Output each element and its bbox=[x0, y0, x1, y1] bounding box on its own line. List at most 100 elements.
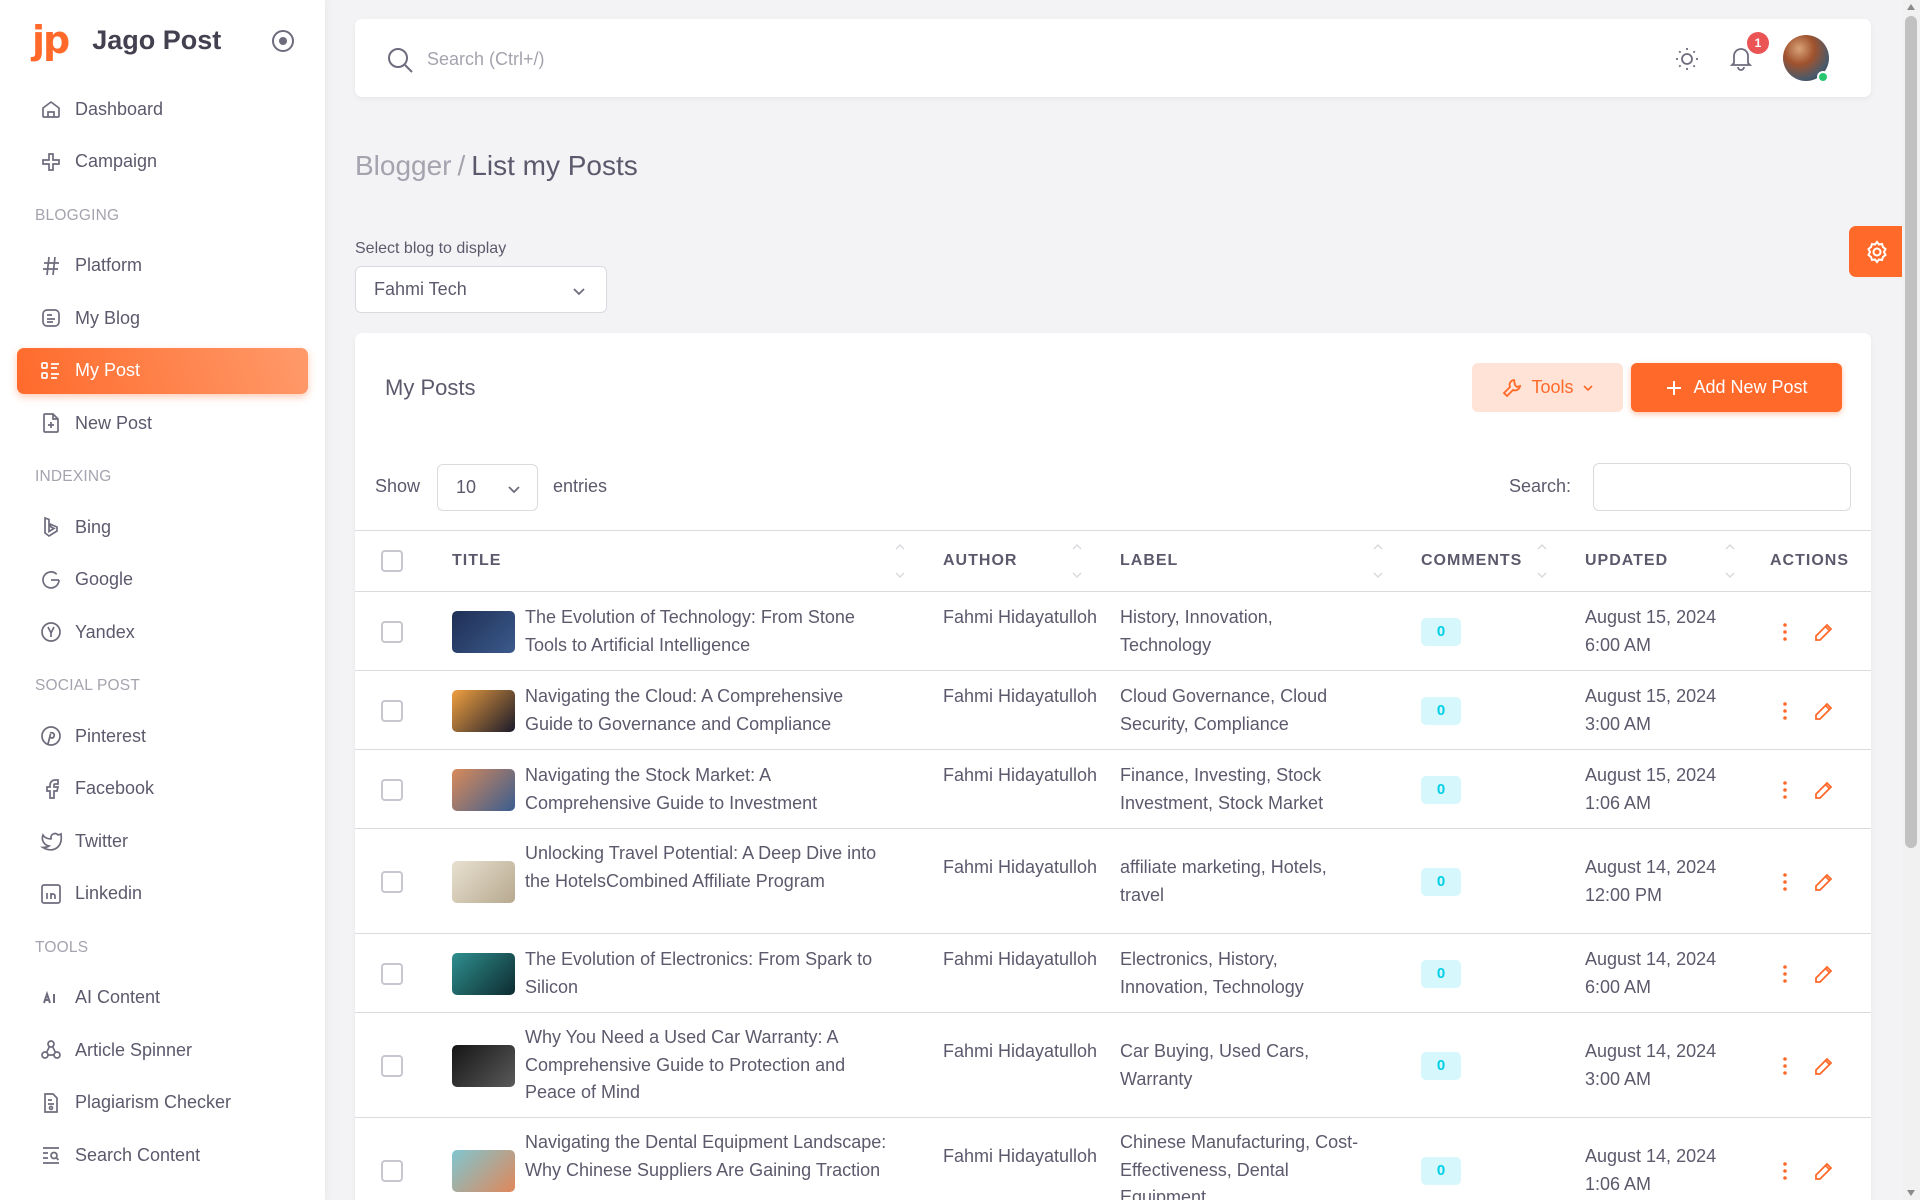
edit-pencil-icon[interactable] bbox=[1812, 620, 1836, 644]
sidebar-item-ai-content[interactable]: AI Content bbox=[17, 975, 308, 1021]
edit-pencil-icon[interactable] bbox=[1812, 870, 1836, 894]
sidebar-item-label: Google bbox=[75, 569, 134, 589]
column-header-comments[interactable]: COMMENTS bbox=[1421, 552, 1522, 570]
sidebar-item-pinterest[interactable]: Pinterest bbox=[17, 713, 308, 759]
edit-pencil-icon[interactable] bbox=[1812, 1054, 1836, 1078]
post-title-link[interactable]: Unlocking Travel Potential: A Deep Dive … bbox=[525, 840, 895, 895]
sidebar-item-my-blog[interactable]: My Blog bbox=[17, 295, 308, 341]
sort-icon[interactable] bbox=[894, 541, 906, 581]
post-labels: Cloud Governance, Cloud Security, Compli… bbox=[1120, 686, 1328, 734]
sort-icon[interactable] bbox=[1071, 541, 1083, 581]
tools-dropdown-button[interactable]: Tools bbox=[1472, 363, 1623, 412]
table-row: The Evolution of Technology: From Stone … bbox=[355, 592, 1871, 671]
sun-icon[interactable] bbox=[1673, 45, 1701, 73]
more-vertical-icon[interactable] bbox=[1773, 778, 1797, 802]
sidebar-item-plagiarism-checker[interactable]: Plagiarism Checker bbox=[17, 1080, 308, 1126]
post-title-link[interactable]: The Evolution of Electronics: From Spark… bbox=[525, 946, 895, 1001]
sidebar-item-campaign[interactable]: Campaign bbox=[17, 139, 308, 185]
row-checkbox[interactable] bbox=[381, 778, 403, 801]
more-vertical-icon[interactable] bbox=[1773, 870, 1797, 894]
row-checkbox[interactable] bbox=[381, 870, 403, 893]
post-labels: affiliate marketing, Hotels, travel bbox=[1120, 857, 1327, 905]
table-search-input[interactable] bbox=[1593, 463, 1851, 511]
post-thumbnail bbox=[452, 952, 515, 995]
ai-icon bbox=[39, 986, 63, 1010]
entries-label: entries bbox=[553, 476, 608, 496]
sidebar-item-google[interactable]: Google bbox=[17, 557, 308, 603]
sidebar-item-twitter[interactable]: Twitter bbox=[17, 818, 308, 864]
post-title-link[interactable]: Why You Need a Used Car Warranty: A Comp… bbox=[525, 1024, 895, 1107]
sidebar-collapse-icon[interactable] bbox=[270, 28, 296, 54]
more-vertical-icon[interactable] bbox=[1773, 962, 1797, 986]
sort-icon[interactable] bbox=[1372, 541, 1384, 581]
scroll-thumb[interactable] bbox=[1905, 16, 1917, 848]
breadcrumb-separator: / bbox=[457, 150, 466, 181]
column-header-title[interactable]: TITLE bbox=[452, 552, 501, 570]
post-thumbnail bbox=[452, 610, 515, 653]
column-header-label[interactable]: LABEL bbox=[1120, 552, 1178, 570]
edit-pencil-icon[interactable] bbox=[1812, 778, 1836, 802]
scroll-up-arrow[interactable] bbox=[1907, 4, 1915, 10]
column-header-author[interactable]: AUTHOR bbox=[943, 552, 1017, 570]
sidebar-item-my-post[interactable]: My Post bbox=[17, 347, 308, 394]
row-checkbox[interactable] bbox=[381, 1159, 403, 1182]
sidebar-item-platform[interactable]: Platform bbox=[17, 243, 308, 289]
theme-settings-button[interactable] bbox=[1849, 226, 1905, 277]
table-search-label: Search: bbox=[1509, 476, 1572, 496]
brand-name: Jago Post bbox=[92, 24, 222, 55]
breadcrumb-parent[interactable]: Blogger bbox=[355, 150, 452, 181]
brand[interactable]: jp Jago Post bbox=[32, 18, 221, 62]
post-updated-date: August 14, 2024 1:06 AM bbox=[1585, 1146, 1717, 1194]
sidebar-item-search-content[interactable]: Search Content bbox=[17, 1132, 308, 1178]
add-new-post-button[interactable]: Add New Post bbox=[1631, 363, 1842, 412]
sidebar-item-facebook[interactable]: Facebook bbox=[17, 766, 308, 812]
card-title: My Posts bbox=[385, 375, 476, 400]
search-icon[interactable] bbox=[385, 45, 415, 75]
column-header-updated[interactable]: UPDATED bbox=[1585, 552, 1668, 570]
scroll-down-arrow[interactable] bbox=[1907, 1190, 1915, 1196]
post-updated-date: August 14, 2024 6:00 AM bbox=[1585, 949, 1717, 997]
select-all-checkbox[interactable] bbox=[381, 550, 403, 572]
sort-icon[interactable] bbox=[1536, 541, 1548, 581]
breadcrumb: Blogger / List my Posts bbox=[355, 150, 638, 182]
more-vertical-icon[interactable] bbox=[1773, 1159, 1797, 1183]
sort-icon[interactable] bbox=[1724, 541, 1736, 581]
more-vertical-icon[interactable] bbox=[1773, 620, 1797, 644]
blog-select[interactable]: Fahmi Tech bbox=[355, 266, 607, 313]
sidebar-item-label: Yandex bbox=[75, 621, 135, 642]
chevron-down-icon bbox=[505, 480, 523, 498]
table-row: Navigating the Stock Market: A Comprehen… bbox=[355, 750, 1871, 829]
top-navbar: 1 bbox=[355, 19, 1871, 97]
sidebar-item-new-post[interactable]: New Post bbox=[17, 400, 308, 446]
post-title-link[interactable]: The Evolution of Technology: From Stone … bbox=[525, 604, 895, 659]
more-vertical-icon[interactable] bbox=[1773, 1054, 1797, 1078]
list-details-icon bbox=[39, 359, 63, 383]
table-row: Navigating the Cloud: A Comprehensive Gu… bbox=[355, 671, 1871, 750]
row-checkbox[interactable] bbox=[381, 1054, 403, 1077]
comments-badge: 0 bbox=[1421, 696, 1461, 725]
table-row: Navigating the Dental Equipment Landscap… bbox=[355, 1118, 1871, 1200]
row-checkbox[interactable] bbox=[381, 699, 403, 722]
sidebar-item-dashboard[interactable]: Dashboard bbox=[17, 86, 308, 132]
row-checkbox[interactable] bbox=[381, 962, 403, 985]
chevron-down-icon bbox=[1582, 382, 1594, 394]
post-title-link[interactable]: Navigating the Cloud: A Comprehensive Gu… bbox=[525, 683, 895, 738]
more-vertical-icon[interactable] bbox=[1773, 699, 1797, 723]
row-checkbox[interactable] bbox=[381, 620, 403, 643]
sidebar-item-article-spinner[interactable]: Article Spinner bbox=[17, 1027, 308, 1073]
page-scrollbar[interactable] bbox=[1902, 0, 1920, 1200]
post-author: Fahmi Hidayatulloh bbox=[943, 1041, 1098, 1061]
table-row: Unlocking Travel Potential: A Deep Dive … bbox=[355, 829, 1871, 934]
global-search-input[interactable] bbox=[427, 41, 1127, 77]
sidebar-item-yandex[interactable]: Yandex bbox=[17, 609, 308, 655]
post-title-link[interactable]: Navigating the Dental Equipment Landscap… bbox=[525, 1129, 895, 1184]
post-title-link[interactable]: Navigating the Stock Market: A Comprehen… bbox=[525, 762, 895, 817]
sidebar-item-linkedin[interactable]: Linkedin bbox=[17, 871, 308, 917]
entries-per-page-select[interactable]: 10 bbox=[437, 464, 538, 511]
edit-pencil-icon[interactable] bbox=[1812, 1159, 1836, 1183]
edit-pencil-icon[interactable] bbox=[1812, 699, 1836, 723]
hash-icon bbox=[39, 254, 63, 278]
sidebar-item-bing[interactable]: Bing bbox=[17, 504, 308, 550]
edit-pencil-icon[interactable] bbox=[1812, 962, 1836, 986]
table-row: Why You Need a Used Car Warranty: A Comp… bbox=[355, 1013, 1871, 1118]
